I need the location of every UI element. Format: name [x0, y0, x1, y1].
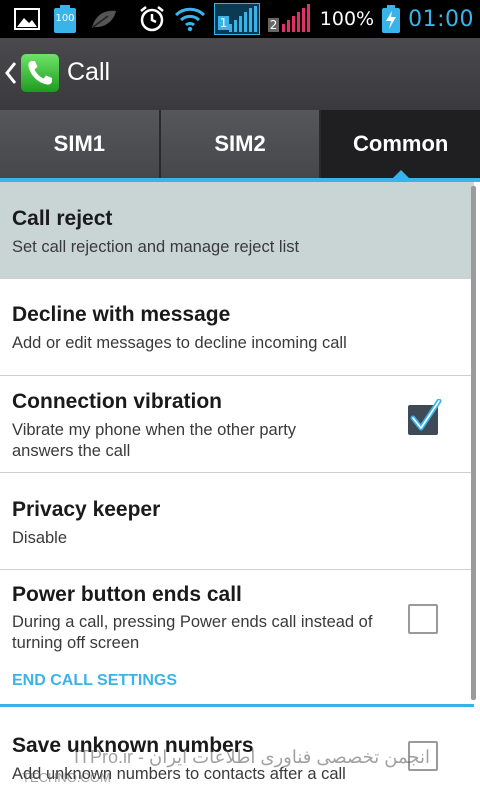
watermark: ITPro.ir - انجمن تخصصی فناوری اطلاعات ای… — [74, 747, 430, 767]
action-bar: Call — [0, 38, 480, 110]
wifi-icon — [174, 7, 205, 32]
list-item-call-reject[interactable]: Call reject Set call rejection and manag… — [0, 182, 474, 279]
sim2-signal-icon: 2 — [267, 4, 312, 34]
list-item-title: Decline with message — [12, 303, 231, 326]
section-header-label: END CALL SETTINGS — [12, 672, 178, 689]
status-bar: 100 1 2 100% 01:00 — [0, 0, 480, 38]
leaf-icon — [92, 10, 116, 28]
tab-sim2[interactable]: SIM2 — [160, 110, 322, 178]
sim2-signal-label: 2 — [267, 18, 280, 32]
tab-common[interactable]: Common — [321, 110, 480, 179]
list-item-subtitle: Set call rejection and manage reject lis… — [12, 238, 300, 256]
clock: 01:00 — [408, 6, 474, 32]
list-item-power-button-ends-call[interactable]: Power button ends call During a call, pr… — [0, 570, 474, 662]
list-item-title: Connection vibration — [12, 390, 222, 413]
watermark-secondary: TECHNO.COM — [22, 770, 111, 785]
list-item-subtitle: During a call, pressing Power ends call … — [12, 613, 373, 652]
battery-charging-icon — [382, 5, 401, 33]
tab-sim1-label: SIM1 — [53, 131, 106, 156]
list-item-decline-with-message[interactable]: Decline with message Add or edit message… — [0, 279, 474, 376]
list-item-title: Power button ends call — [12, 583, 242, 606]
section-header-end-call: END CALL SETTINGS — [0, 662, 474, 704]
page-title: Call — [67, 58, 111, 86]
list-item-connection-vibration[interactable]: Connection vibration Vibrate my phone wh… — [0, 376, 474, 473]
list-item-privacy-keeper[interactable]: Privacy keeper Disable — [0, 473, 474, 570]
gallery-icon — [14, 8, 40, 30]
back-chevron-icon[interactable] — [4, 60, 18, 86]
battery-percent: 100% — [319, 8, 375, 30]
list-item-subtitle: Disable — [12, 529, 68, 547]
phone-app-icon[interactable] — [20, 53, 60, 93]
settings-list: Call reject Set call rejection and manag… — [0, 182, 474, 797]
tab-sim2-label: SIM2 — [214, 131, 266, 156]
sim1-signal-label: 1 — [217, 16, 230, 30]
sim1-signal-icon: 1 — [213, 3, 260, 35]
power-button-ends-call-checkbox[interactable] — [408, 604, 438, 634]
tab-common-label: Common — [353, 131, 449, 156]
battery-notification-label: 100 — [55, 13, 75, 24]
list-item-title: Call reject — [12, 207, 113, 230]
list-item-subtitle: Add or edit messages to decline incoming… — [12, 334, 347, 352]
connection-vibration-checkbox[interactable] — [408, 399, 442, 435]
battery-notification-icon: 100 — [54, 5, 76, 33]
scrollbar[interactable] — [471, 186, 476, 700]
tab-sim1[interactable]: SIM1 — [0, 110, 161, 178]
alarm-icon — [139, 6, 164, 32]
list-item-subtitle: Vibrate my phone when the other party an… — [12, 421, 297, 460]
tab-bar: SIM1 SIM2 Common — [0, 110, 480, 179]
checkmark-icon — [410, 399, 442, 431]
list-item-title: Privacy keeper — [12, 498, 161, 521]
